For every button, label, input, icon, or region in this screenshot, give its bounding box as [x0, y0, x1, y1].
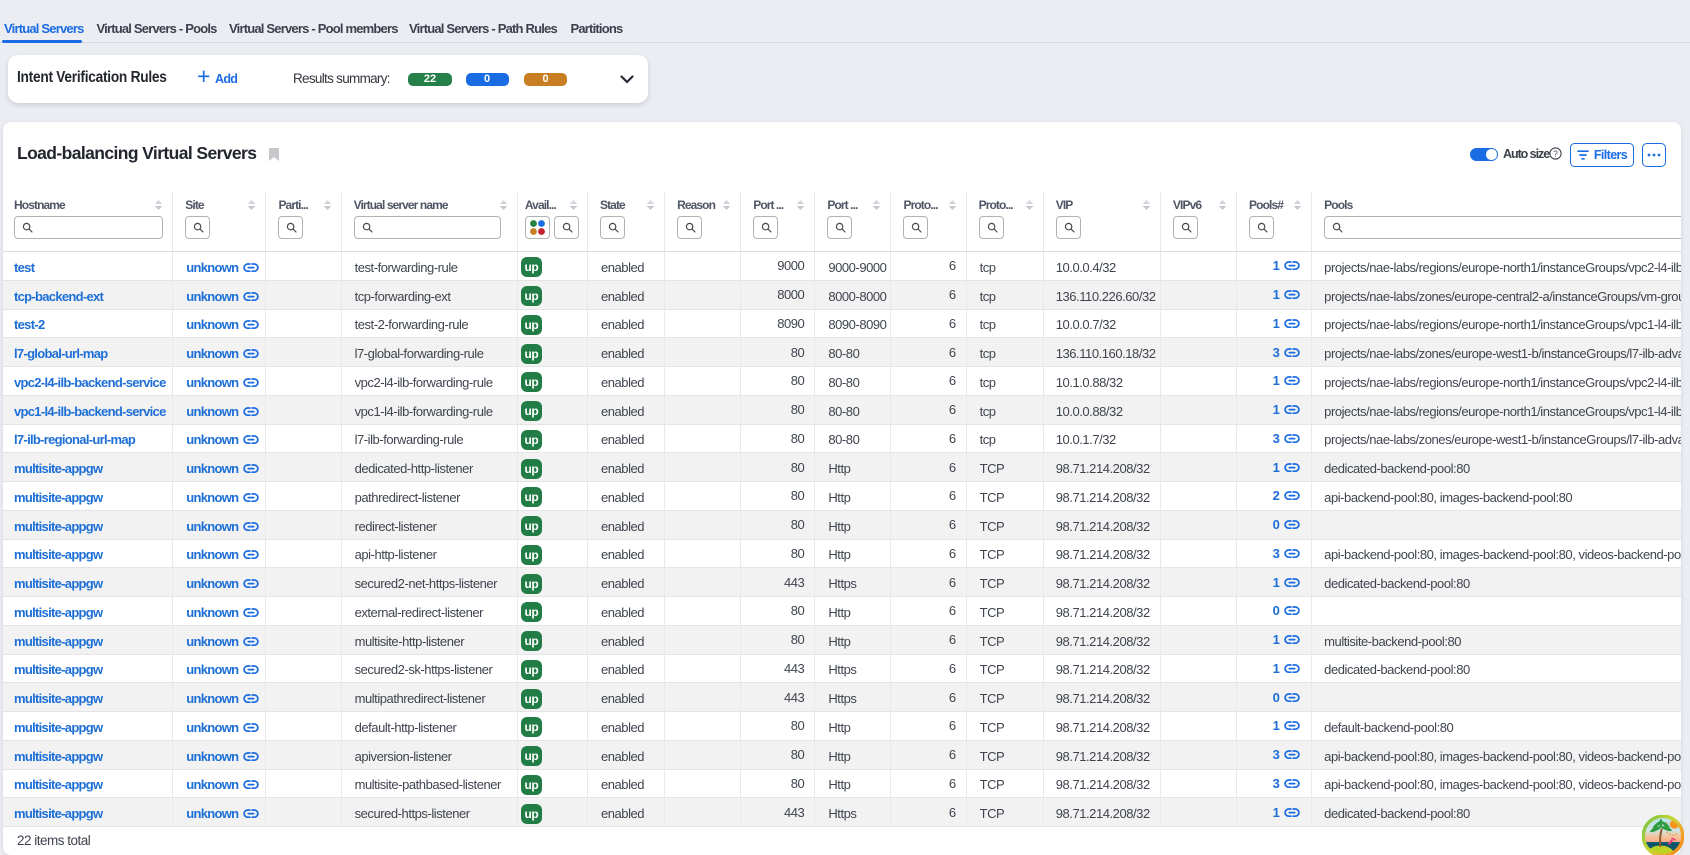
svg-text:?: ?: [1553, 148, 1558, 158]
